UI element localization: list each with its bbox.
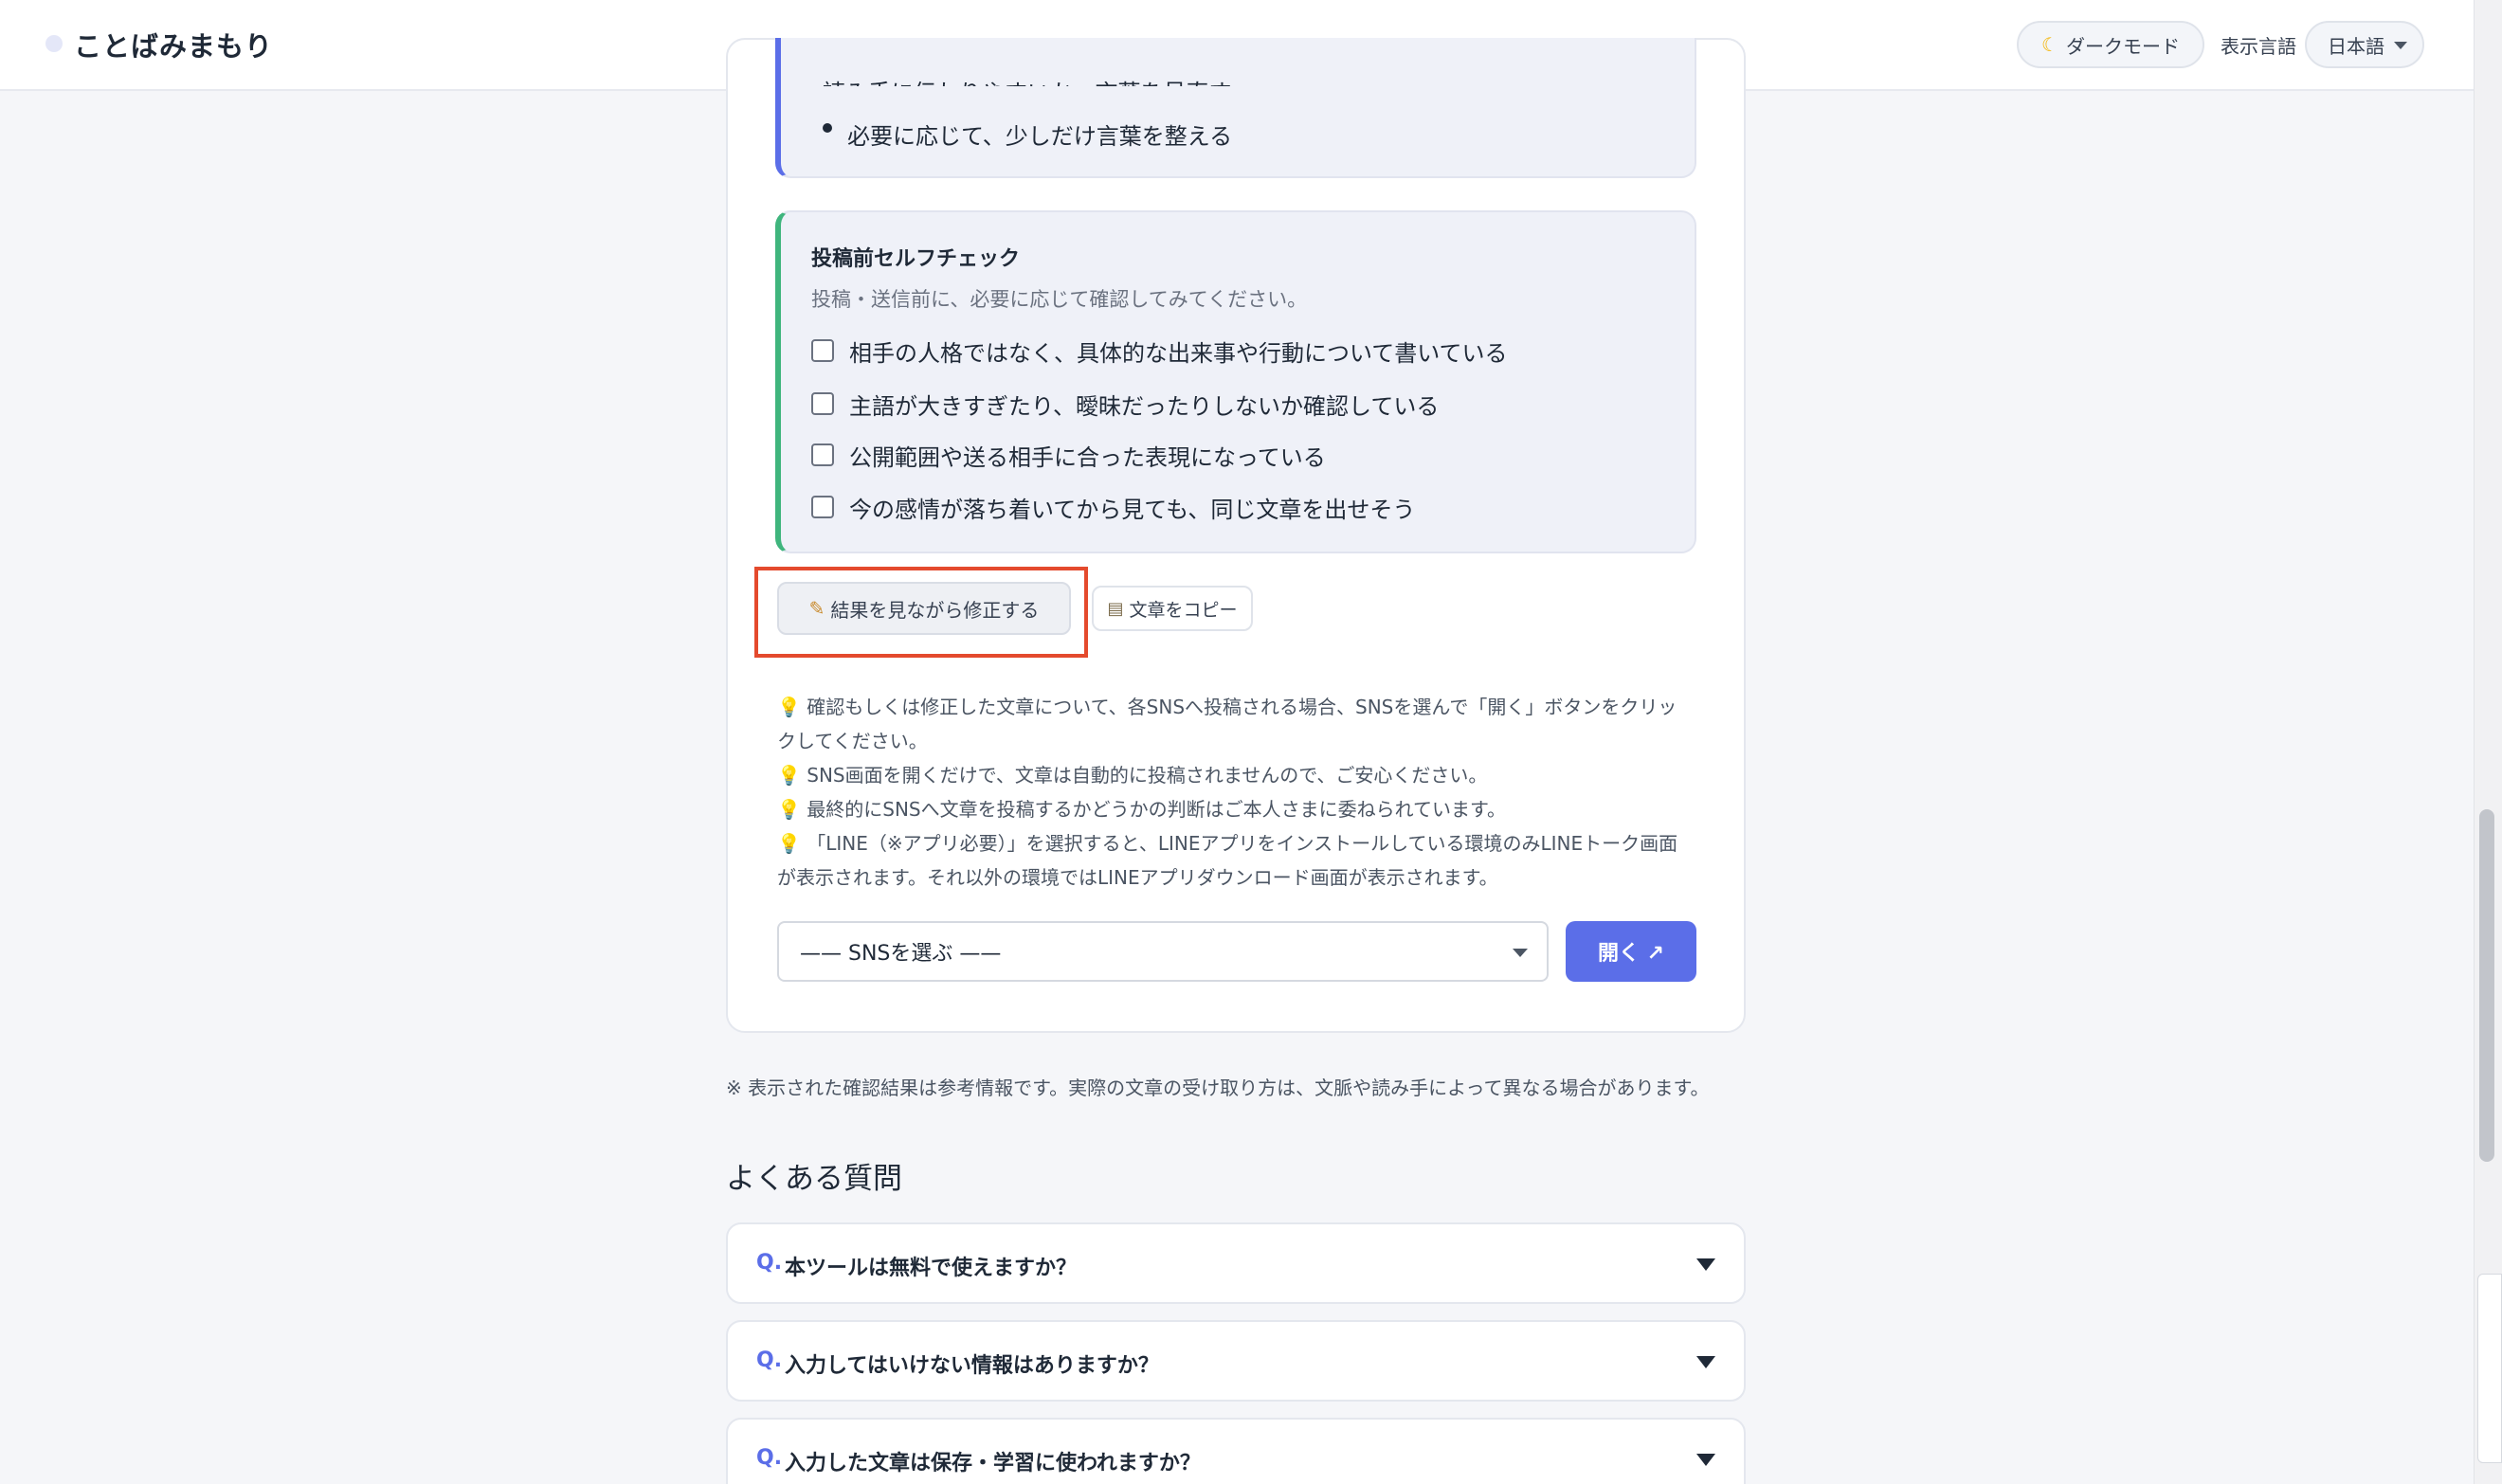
faq-question: 入力した文章は保存・学習に使われますか？ — [785, 1452, 1201, 1475]
faq-question: 入力してはいけない情報はありますか？ — [785, 1354, 1159, 1378]
checkbox[interactable] — [811, 496, 834, 518]
sns-select-value: —— SNSを選ぶ —— — [800, 942, 1002, 966]
self-check-item[interactable]: 相手の人格ではなく、具体的な出来事や行動について書いている — [811, 334, 1508, 368]
dark-mode-label: ダークモード — [2065, 34, 2180, 58]
chevron-down-icon — [1696, 1454, 1715, 1466]
lightbulb-icon: 💡 — [777, 798, 801, 821]
faq-heading: よくある質問 — [726, 1162, 902, 1196]
edit-with-results-button[interactable]: ✎ 結果を見ながら修正する — [777, 582, 1071, 635]
faq-item[interactable]: Q. 入力してはいけない情報はありますか？ — [726, 1320, 1746, 1402]
self-check-subtitle: 投稿・送信前に、必要に応じて確認してみてください。 — [811, 288, 1308, 311]
moon-icon: ☾ — [2041, 33, 2058, 56]
brand-title[interactable]: ことばみまもり — [74, 25, 273, 64]
self-check-item-label: 今の感情が落ち着いてから見ても、同じ文章を出せそう — [849, 496, 1416, 523]
tip-text: 「LINE（※アプリ必要）」を選択すると、LINEアプリをインストールしている環… — [807, 832, 1678, 855]
chevron-down-icon — [1696, 1356, 1715, 1368]
self-check-item-label: 公開範囲や送る相手に合った表現になっている — [849, 443, 1326, 471]
tip-line-continuation: クしてください。 — [777, 730, 928, 752]
self-check-item-label: 相手の人格ではなく、具体的な出来事や行動について書いている — [849, 339, 1508, 367]
faq-q-prefix: Q. — [756, 1446, 783, 1470]
copy-text-button[interactable]: ▤ 文章をコピー — [1092, 586, 1253, 631]
language-select[interactable]: 日本語 — [2305, 21, 2424, 68]
pencil-icon: ✎ — [808, 597, 825, 620]
self-check-item-label: 主語が大きすぎたり、曖昧だったりしないか確認している — [849, 392, 1440, 420]
tip-text: SNS画面を開くだけで、文章は自動的に投稿されませんので、ご安心ください。 — [807, 764, 1488, 787]
tip-line: 💡 「LINE（※アプリ必要）」を選択すると、LINEアプリをインストールしてい… — [777, 826, 1693, 860]
scrollbar-track[interactable] — [2474, 0, 2502, 1484]
checkbox[interactable] — [811, 339, 834, 362]
language-value: 日本語 — [2328, 34, 2384, 58]
copy-button-label: 文章をコピー — [1129, 599, 1238, 621]
tip-text: 最終的にSNSへ文章を投稿するかどうかの判断はご本人さまに委ねられています。 — [807, 798, 1507, 821]
bullet-dot — [823, 123, 832, 133]
faq-question: 本ツールは無料で使えますか？ — [785, 1257, 1078, 1280]
checkbox[interactable] — [811, 392, 834, 415]
points-box — [775, 38, 1696, 178]
points-item: 必要に応じて、少しだけ言葉を整える — [847, 123, 1233, 150]
scrollbar-thumb[interactable] — [2479, 809, 2494, 1162]
faq-q-prefix: Q. — [756, 1348, 783, 1372]
chevron-down-icon — [2394, 42, 2407, 49]
self-check-title: 投稿前セルフチェック — [811, 247, 1021, 271]
tip-line: 💡 確認もしくは修正した文章について、各SNSへ投稿される場合、SNSを選んで「… — [777, 690, 1693, 724]
tip-line: 💡 最終的にSNSへ文章を投稿するかどうかの判断はご本人さまに委ねられています。 — [777, 792, 1693, 826]
dark-mode-button[interactable]: ☾ ダークモード — [2017, 21, 2204, 68]
lightbulb-icon: 💡 — [777, 832, 801, 855]
edit-button-label: 結果を見ながら修正する — [830, 598, 1040, 622]
tip-line-continuation: が表示されます。それ以外の環境ではLINEアプリダウンロード画面が表示されます。 — [777, 866, 1498, 889]
side-panel-thumbnail[interactable] — [2477, 1274, 2502, 1463]
self-check-item[interactable]: 今の感情が落ち着いてから見ても、同じ文章を出せそう — [811, 490, 1415, 524]
language-label: 表示言語 — [2221, 35, 2296, 58]
tip-line: 💡 SNS画面を開くだけで、文章は自動的に投稿されませんので、ご安心ください。 — [777, 758, 1693, 792]
self-check-item[interactable]: 主語が大きすぎたり、曖昧だったりしないか確認している — [811, 387, 1439, 421]
sns-select[interactable]: —— SNSを選ぶ —— — [777, 921, 1549, 982]
clipboard-icon: ▤ — [1107, 598, 1124, 619]
tip-text: 確認もしくは修正した文章について、各SNSへ投稿される場合、SNSを選んで「開く… — [807, 696, 1677, 718]
disclaimer-text: ※ 表示された確認結果は参考情報です。実際の文章の受け取り方は、文脈や読み手によ… — [726, 1077, 1710, 1099]
faq-q-prefix: Q. — [756, 1251, 783, 1275]
lightbulb-icon: 💡 — [777, 764, 801, 787]
faq-item[interactable]: Q. 入力した文章は保存・学習に使われますか？ — [726, 1418, 1746, 1484]
faq-item[interactable]: Q. 本ツールは無料で使えますか？ — [726, 1222, 1746, 1304]
brand-logo-dot — [45, 35, 63, 52]
checkbox[interactable] — [811, 443, 834, 466]
self-check-item[interactable]: 公開範囲や送る相手に合った表現になっている — [811, 438, 1326, 472]
open-sns-button[interactable]: 開く ↗ — [1566, 921, 1696, 982]
sns-tips: 💡 確認もしくは修正した文章について、各SNSへ投稿される場合、SNSを選んで「… — [777, 690, 1693, 895]
chevron-down-icon — [1696, 1258, 1715, 1271]
chevron-down-icon — [1513, 949, 1528, 957]
lightbulb-icon: 💡 — [777, 696, 801, 718]
